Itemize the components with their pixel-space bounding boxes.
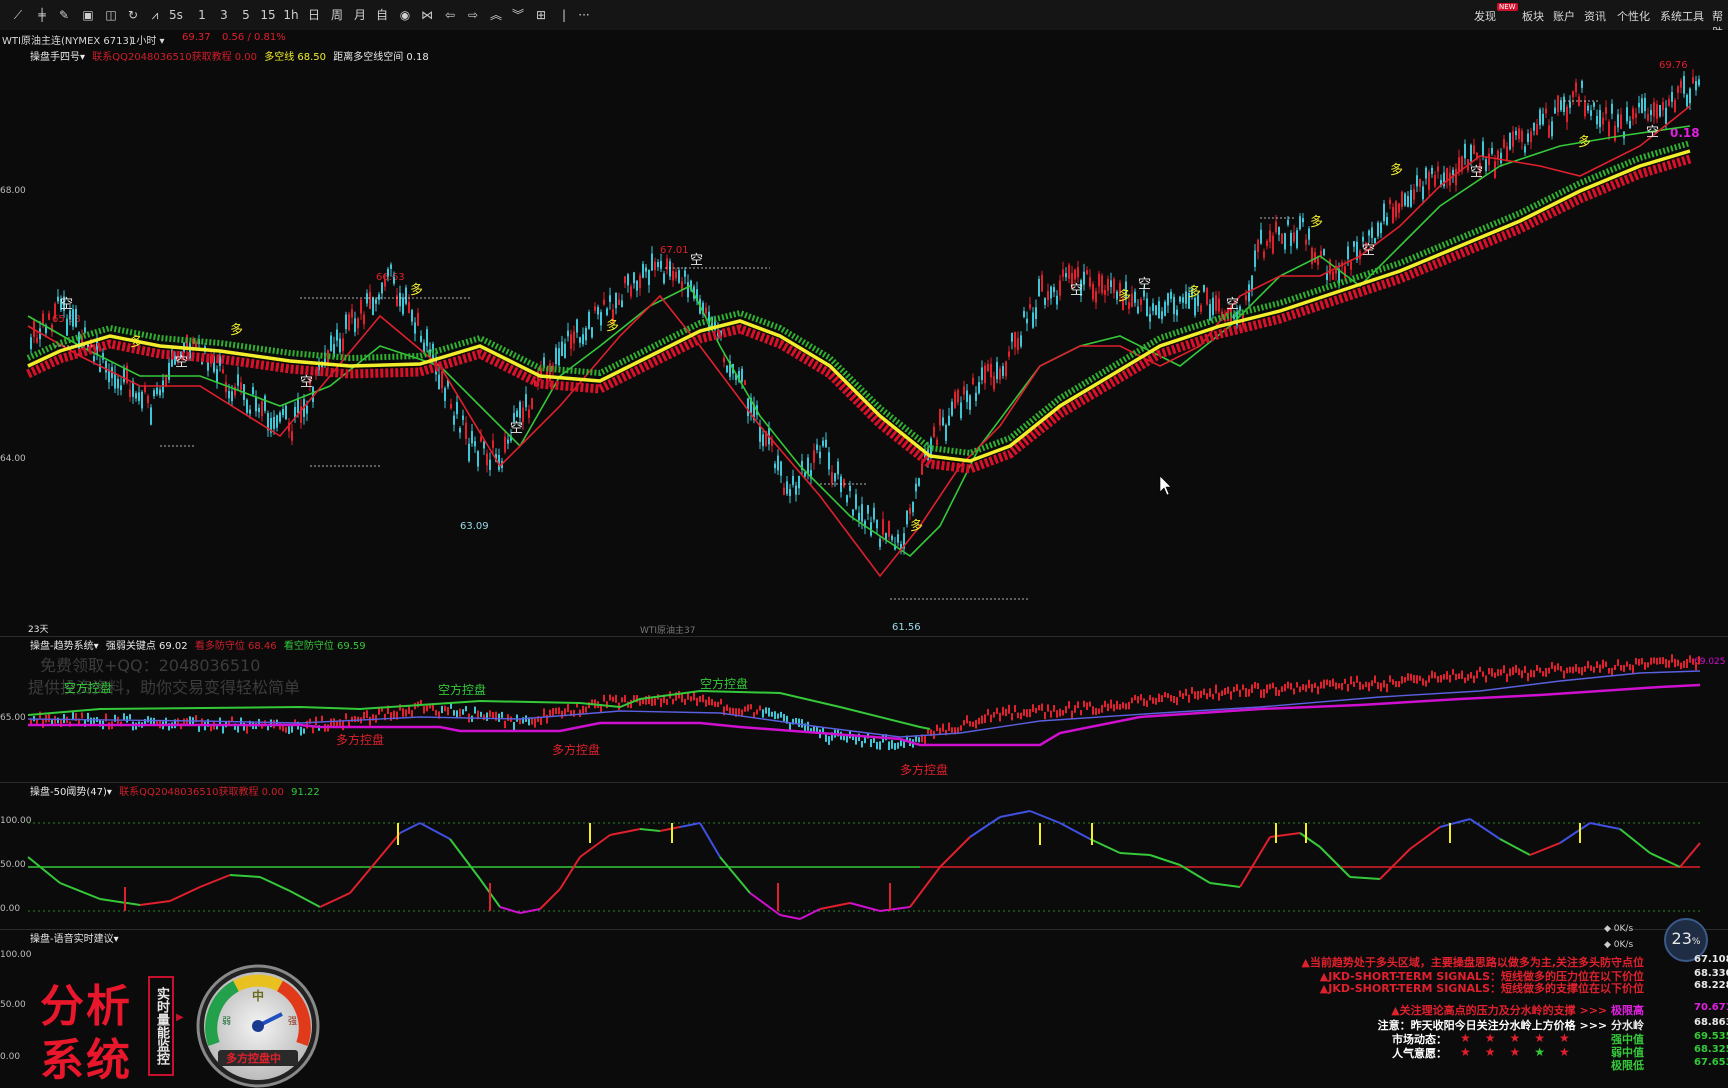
voice-indicator-name[interactable]: 操盘-语音实时建议: [30, 934, 114, 945]
separator-icon: |: [561, 8, 567, 22]
gauge-status: 多方控盘中: [226, 1051, 281, 1065]
bowtie-icon[interactable]: ⋈: [419, 7, 435, 23]
top-toolbar: ⟋ ╪ ✎ ▣ ◫ ↻ ⩘ 5s 1 3 5 15 1h 日 周 月 自 ◉ ⋈…: [0, 0, 1728, 39]
period-15m[interactable]: 15: [260, 7, 276, 23]
gauge-mid-label: 中: [252, 988, 264, 1003]
period-custom[interactable]: 自: [374, 7, 390, 23]
signal-pressure: ▲关注理论高点的压力及分水岭的支撑 >>> 极限高: [1391, 1004, 1644, 1017]
gauge-strong-label: 强: [288, 1016, 297, 1027]
signal-glyph: 多: [1118, 288, 1131, 304]
voice-indicator-title[interactable]: 操盘-语音实时建议▾: [30, 930, 119, 945]
voice-y-tick-0: 0.00: [0, 1052, 21, 1062]
weak-mid-value: 68.325: [1694, 1044, 1728, 1055]
momentum-gauge: 中 弱 强 多方控盘中: [196, 964, 320, 1088]
net-up: ◆ 0K/s: [1604, 924, 1634, 934]
arrow-left-icon[interactable]: ⇦: [442, 7, 458, 23]
menu-personalize[interactable]: 个性化: [1617, 8, 1650, 24]
star-row-2: ★★★★★: [1460, 1045, 1584, 1059]
star-row-1: ★★★★★: [1460, 1031, 1584, 1045]
price-change: 0.56 / 0.81%: [222, 32, 286, 43]
signal-glyph: 空: [690, 253, 703, 268]
period-1h[interactable]: 1h: [283, 7, 299, 23]
logo-text-system: 系统: [40, 1035, 132, 1086]
period-month[interactable]: 月: [352, 7, 368, 23]
limit-low-label: 极限低: [1611, 1059, 1644, 1072]
main-chart-svg: 空多空多空多空多空多空 多空多空多空多 空多空: [26, 69, 1700, 600]
menu-news[interactable]: 资讯: [1584, 8, 1606, 24]
signal-short-2: ▲JKD-SHORT-TERM SIGNALS：短线做多的支撑位在以下价位: [1319, 982, 1644, 995]
signal-glyph: 多: [1578, 134, 1591, 150]
watershed-value: 68.863: [1694, 1017, 1728, 1028]
line-chart-icon[interactable]: ⟋: [10, 7, 26, 23]
signal-glyph: 空: [1362, 243, 1375, 258]
signal-glyph: 多: [130, 334, 143, 350]
menu-system-tools[interactable]: 系统工具: [1660, 8, 1704, 24]
analysis-icon[interactable]: ⩘: [147, 7, 163, 23]
chevron-down-icon[interactable]: ︾: [510, 7, 526, 23]
menu-discover[interactable]: 发现: [1474, 8, 1496, 24]
signal-glyph: 多: [606, 318, 619, 334]
arrow-right-icon[interactable]: ⇨: [465, 7, 481, 23]
trend-chart-svg: [27, 654, 1701, 751]
signal-glyph: 多: [1390, 162, 1403, 178]
limit-high-label: 极限高: [1611, 1004, 1644, 1017]
signal-glyph: 空: [510, 421, 523, 436]
voice-y-tick-50: 50.00: [0, 1000, 26, 1010]
signal-glyph: 空: [1226, 297, 1239, 312]
speed-widget[interactable]: ◆ 0K/s ◆ 0K/s 23%: [1600, 918, 1720, 962]
signal-short-1-value: 68.330: [1694, 968, 1728, 979]
save-icon[interactable]: ◫: [103, 7, 119, 23]
period-week[interactable]: 周: [329, 7, 345, 23]
signal-glyph: 空: [60, 297, 73, 312]
price-info-bar: WTI原油主连(NYMEX 6713) 1小时 ▾ 69.37 0.56 / 0…: [0, 30, 1728, 47]
signal-glyph: 空: [1070, 283, 1083, 298]
limit-low-value: 67.653: [1694, 1057, 1728, 1068]
period-1m[interactable]: 1: [194, 7, 210, 23]
symbol-name[interactable]: WTI原油主连(NYMEX 6713): [2, 32, 133, 47]
signal-glyph: 空: [1646, 125, 1659, 140]
limit-high-value: 70.671: [1694, 1002, 1728, 1013]
grid-icon[interactable]: ⊞: [533, 7, 549, 23]
gauge-weak-label: 弱: [222, 1016, 231, 1027]
period-5s[interactable]: 5s: [168, 7, 184, 23]
candle-chart-icon[interactable]: ╪: [34, 7, 50, 23]
voice-y-tick-100: 100.00: [0, 950, 32, 960]
menu-account[interactable]: 账户: [1553, 8, 1575, 24]
signal-glyph: 空: [1470, 165, 1483, 180]
signal-short-2-value: 68.228: [1694, 980, 1728, 991]
draw-tool-icon[interactable]: ✎: [56, 7, 72, 23]
mouse-cursor: [1159, 475, 1172, 496]
signal-glyph: 空: [300, 375, 313, 390]
last-price: 69.37: [182, 32, 211, 43]
eye-icon[interactable]: ◉: [397, 7, 413, 23]
new-badge: NEW: [1497, 3, 1518, 11]
net-down: ◆ 0K/s: [1604, 940, 1634, 950]
period-5m[interactable]: 5: [238, 7, 254, 23]
signal-glyph: 多: [1188, 284, 1201, 300]
signal-glyph: 空: [175, 355, 188, 370]
signal-glyph: 空: [1138, 277, 1151, 292]
trend-pane[interactable]: 操盘-趋势系统▾ 强弱关键点 69.02 看多防守位 68.46 看空防守位 6…: [0, 637, 1728, 782]
signal-glyph: 多: [1310, 214, 1323, 230]
osc-chart-svg: [27, 810, 1701, 920]
main-chart-pane[interactable]: 操盘手四号▾ 联系QQ2048036510获取教程 0.00 多空线 68.50…: [0, 46, 1728, 636]
signal-trend-value: 67.108: [1694, 954, 1728, 965]
arrow-right-small-icon: ▶: [176, 1012, 184, 1023]
refresh-icon[interactable]: ↻: [125, 7, 141, 23]
chevron-up-icon[interactable]: ︽: [488, 7, 504, 23]
signal-glyph: 多: [410, 282, 423, 298]
popularity: 人气意愿：: [1392, 1047, 1447, 1060]
realtime-volume-label: 实时量能监控: [148, 976, 174, 1076]
period-select[interactable]: 1小时 ▾: [130, 32, 165, 47]
period-3m[interactable]: 3: [216, 7, 232, 23]
signal-glyph: 多: [230, 322, 243, 338]
strong-mid-value: 69.535: [1694, 1031, 1728, 1042]
indicator-icon[interactable]: ▣: [80, 7, 96, 23]
more-button[interactable]: ···: [576, 7, 592, 23]
period-day[interactable]: 日: [306, 7, 322, 23]
oscillator-pane[interactable]: 操盘-50阈势(47)▾ 联系QQ2048036510获取教程 0.00 91.…: [0, 783, 1728, 929]
signal-glyph: 多: [910, 518, 923, 534]
menu-sector[interactable]: 板块: [1522, 8, 1544, 24]
